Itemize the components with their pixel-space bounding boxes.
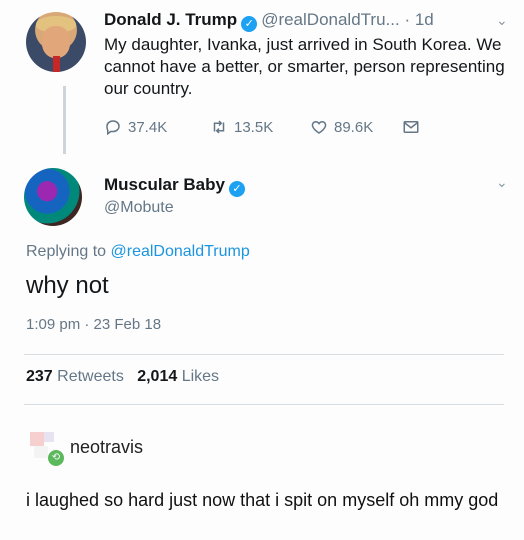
avatar-pixel	[44, 432, 54, 442]
comment-text: i laughed so hard just now that i spit o…	[26, 490, 499, 510]
reply-icon	[106, 120, 120, 136]
tweet-actions: 37.4K 13.5K 89.6K	[104, 118, 426, 136]
heart-icon	[311, 120, 327, 134]
author-name[interactable]: Muscular Baby ✓	[104, 175, 249, 197]
avatar-tie	[53, 56, 60, 72]
commenter-avatar[interactable]: ⟲	[30, 432, 64, 466]
retweets-stat[interactable]: 237 Retweets	[26, 368, 124, 385]
author-name-text: Muscular Baby	[104, 175, 225, 194]
mention-link[interactable]: @realDonaldTrump	[111, 243, 250, 260]
retweet-button[interactable]: 13.5K	[210, 118, 310, 136]
avatar-face	[42, 26, 70, 58]
tweet-age[interactable]: · 1d	[404, 10, 433, 29]
tweet-text: My daughter, Ivanka, just arrived in Sou…	[104, 35, 505, 98]
chevron-down-icon[interactable]: ⌄	[496, 174, 508, 191]
timestamp[interactable]: 1:09 pm · 23 Feb 18	[26, 316, 161, 333]
like-count: 89.6K	[334, 118, 374, 136]
likes-count: 2,014	[137, 368, 178, 385]
reply-text: why not	[26, 272, 109, 299]
retweets-label: Retweets	[57, 368, 124, 385]
retweet-icon	[213, 120, 225, 134]
author-name[interactable]: Donald J. Trump	[104, 10, 237, 29]
avatar[interactable]	[26, 12, 86, 72]
likes-label: Likes	[181, 368, 220, 385]
replying-to: Replying to @realDonaldTrump	[26, 243, 250, 261]
direct-message-button[interactable]	[402, 118, 426, 136]
avatar-pixel	[30, 432, 44, 446]
engagement-stats: 237 Retweets 2,014 Likes	[26, 368, 219, 386]
avatar-pixel	[34, 446, 48, 458]
chevron-down-icon[interactable]: ⌄	[496, 12, 508, 29]
reply-count: 37.4K	[128, 118, 168, 136]
verified-badge-icon: ✓	[241, 16, 258, 32]
verified-badge-icon: ✓	[228, 181, 245, 197]
reply-button[interactable]: 37.4K	[104, 118, 210, 136]
avatar[interactable]	[24, 168, 82, 226]
tweet-header: Donald J. Trump ✓ @realDonaldTru... · 1d	[104, 10, 434, 32]
author-handle[interactable]: @realDonaldTru...	[261, 10, 400, 29]
commenter-username[interactable]: neotravis	[70, 437, 143, 458]
like-button[interactable]: 89.6K	[310, 118, 402, 136]
divider	[24, 354, 504, 355]
reblog-badge-icon: ⟲	[48, 450, 64, 466]
likes-stat[interactable]: 2,014 Likes	[137, 368, 219, 385]
retweet-count: 13.5K	[234, 118, 274, 136]
replying-prefix: Replying to	[26, 243, 107, 260]
retweets-count: 237	[26, 368, 53, 385]
envelope-icon	[403, 121, 419, 133]
divider	[24, 404, 504, 405]
author-handle[interactable]: @Mobute	[104, 199, 174, 217]
tweet-original: Donald J. Trump ✓ @realDonaldTru... · 1d ⌄…	[0, 0, 524, 150]
